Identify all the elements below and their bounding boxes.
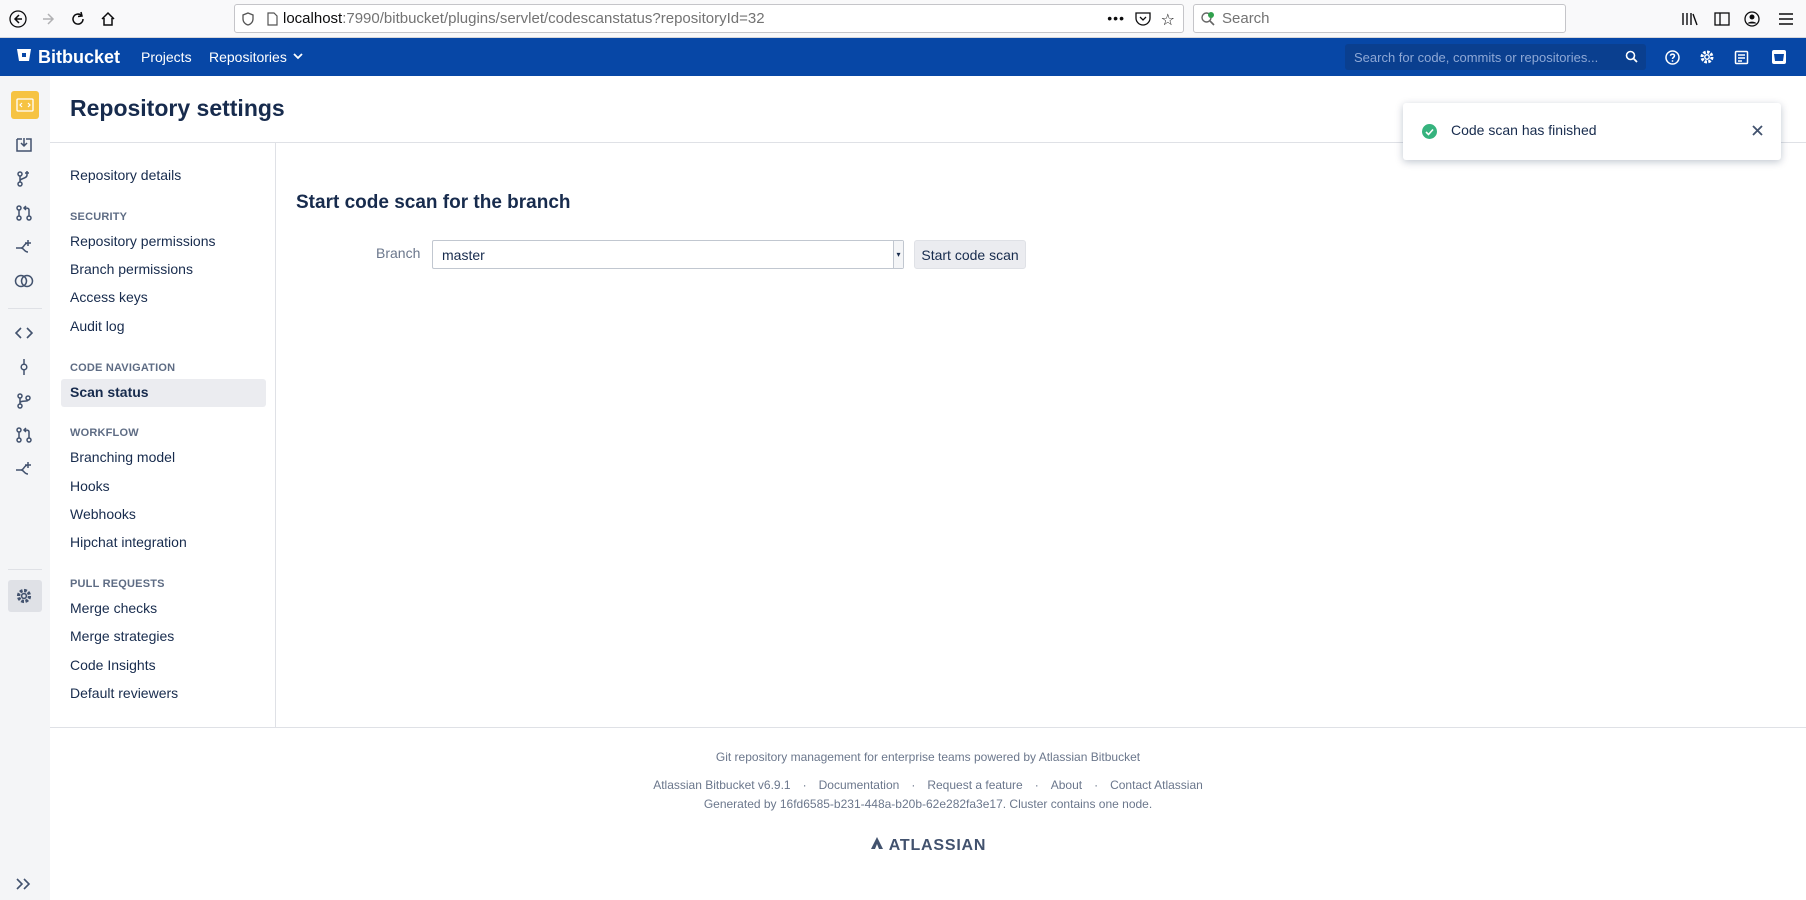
nav-access-keys[interactable]: Access keys <box>70 289 148 305</box>
nav-heading-pull-requests: PULL REQUESTS <box>70 578 165 590</box>
page-info-icon[interactable] <box>261 11 283 26</box>
nav-heading-security: SECURITY <box>70 211 128 223</box>
bitbucket-logo[interactable]: Bitbucket <box>16 38 120 76</box>
expand-sidebar-icon[interactable] <box>10 873 38 895</box>
nav-hooks[interactable]: Hooks <box>70 478 110 494</box>
nav-branch-permissions[interactable]: Branch permissions <box>70 261 193 277</box>
browser-search-bar[interactable]: Search <box>1193 4 1566 33</box>
close-icon[interactable] <box>1747 120 1767 140</box>
branch-select-value: master <box>442 246 485 263</box>
bitbucket-logo-text: Bitbucket <box>38 46 121 67</box>
sidebar-toggle-icon[interactable] <box>1708 5 1736 33</box>
nav-audit-log[interactable]: Audit log <box>70 318 124 334</box>
branches-icon[interactable] <box>10 387 38 415</box>
repository-settings-gear-icon[interactable] <box>10 582 38 610</box>
nav-merge-strategies[interactable]: Merge strategies <box>70 628 174 644</box>
flag-message: Code scan has finished <box>1451 122 1597 138</box>
library-icon[interactable] <box>1676 5 1704 33</box>
success-flag: Code scan has finished <box>1403 103 1781 160</box>
repository-avatar-icon[interactable] <box>11 91 39 119</box>
search-icon[interactable] <box>1625 50 1638 66</box>
commits-icon[interactable] <box>10 353 38 381</box>
footer-link-request-feature[interactable]: Request a feature <box>927 778 1022 792</box>
search-engine-icon[interactable] <box>1194 11 1222 27</box>
nav-repositories-label: Repositories <box>209 49 287 65</box>
atlassian-mark-icon <box>870 836 884 855</box>
footer-separator: · <box>1094 778 1099 792</box>
source-icon[interactable] <box>10 319 38 347</box>
page-actions-icon[interactable]: ••• <box>1107 10 1125 26</box>
browser-search-placeholder: Search <box>1222 10 1270 27</box>
nav-default-reviewers[interactable]: Default reviewers <box>70 685 178 701</box>
nav-heading-workflow: WORKFLOW <box>70 427 139 439</box>
nav-projects[interactable]: Projects <box>141 38 192 76</box>
back-icon[interactable] <box>4 5 32 33</box>
rail-divider <box>8 308 42 309</box>
atlassian-logo-text: ATLASSIAN <box>888 836 987 854</box>
nav-repositories[interactable]: Repositories <box>209 38 303 76</box>
footer-generated: Generated by 16fd6585-b231-448a-b20b-62e… <box>703 797 1153 811</box>
address-bar[interactable]: localhost:7990/bitbucket/plugins/servlet… <box>234 4 1184 33</box>
nav-webhooks[interactable]: Webhooks <box>70 506 136 522</box>
footer-link-documentation[interactable]: Documentation <box>819 778 900 792</box>
nav-repository-details[interactable]: Repository details <box>70 167 181 183</box>
app-header: Bitbucket Projects Repositories Search f… <box>0 38 1806 76</box>
browser-toolbar: localhost:7990/bitbucket/plugins/servlet… <box>0 0 1806 38</box>
user-avatar[interactable] <box>1768 46 1790 68</box>
code-search-placeholder: Search for code, commits or repositories… <box>1354 49 1599 65</box>
url-host: localhost <box>283 10 343 27</box>
gear-icon[interactable] <box>1696 46 1718 68</box>
help-icon[interactable] <box>1661 46 1683 68</box>
footer-tagline: Git repository management for enterprise… <box>715 750 1141 764</box>
compare-icon[interactable] <box>10 267 38 295</box>
footer-version: Atlassian Bitbucket v6.9.1 <box>653 778 791 792</box>
nav-repository-permissions[interactable]: Repository permissions <box>70 233 216 249</box>
nav-scan-status[interactable]: Scan status <box>70 384 149 400</box>
section-title: Start code scan for the branch <box>296 192 571 213</box>
pocket-icon[interactable] <box>1135 11 1151 30</box>
settings-nav: Repository details SECURITY Repository p… <box>50 143 276 728</box>
select-arrow-icon[interactable]: ▾ <box>893 241 903 268</box>
fork-icon[interactable] <box>10 233 38 261</box>
home-icon[interactable] <box>94 5 122 33</box>
bitbucket-bucket-icon <box>16 47 32 68</box>
nav-heading-code-navigation: CODE NAVIGATION <box>70 362 176 374</box>
url-path: :7990/bitbucket/plugins/servlet/codescan… <box>342 10 765 27</box>
footer-separator: · <box>911 778 916 792</box>
branch-label: Branch <box>376 245 421 261</box>
footer-separator: · <box>802 778 807 792</box>
branch-select[interactable]: master ▾ <box>432 240 904 269</box>
account-icon[interactable] <box>1738 5 1766 33</box>
nav-merge-checks[interactable]: Merge checks <box>70 600 157 616</box>
footer-link-about[interactable]: About <box>1051 778 1082 792</box>
create-pull-request-icon[interactable] <box>10 199 38 227</box>
nav-branching-model[interactable]: Branching model <box>70 449 175 465</box>
forward-icon[interactable] <box>34 5 62 33</box>
atlassian-logo[interactable]: ATLASSIAN <box>50 836 1806 855</box>
forks-icon[interactable] <box>10 455 38 483</box>
project-sidebar <box>0 76 50 900</box>
footer-separator: · <box>1034 778 1039 792</box>
chevron-down-icon <box>293 52 303 63</box>
check-circle-icon <box>1422 124 1437 139</box>
shield-icon[interactable] <box>235 11 261 26</box>
bookmark-star-icon[interactable]: ☆ <box>1161 10 1175 30</box>
code-search-input[interactable]: Search for code, commits or repositories… <box>1345 44 1646 70</box>
page-title: Repository settings <box>70 95 285 121</box>
footer-divider <box>50 727 1806 728</box>
create-branch-icon[interactable] <box>10 165 38 193</box>
menu-icon[interactable] <box>1772 5 1800 33</box>
clone-icon[interactable] <box>10 131 38 159</box>
pull-requests-icon[interactable] <box>10 421 38 449</box>
footer-links: Atlassian Bitbucket v6.9.1 · Documentati… <box>50 778 1806 792</box>
rail-divider <box>8 569 42 570</box>
reload-icon[interactable] <box>64 5 92 33</box>
nav-code-insights[interactable]: Code Insights <box>70 657 156 673</box>
footer-link-contact[interactable]: Contact Atlassian <box>1110 778 1203 792</box>
start-code-scan-button[interactable]: Start code scan <box>914 240 1026 269</box>
nav-hipchat-integration[interactable]: Hipchat integration <box>70 534 187 550</box>
inbox-icon[interactable] <box>1730 46 1752 68</box>
